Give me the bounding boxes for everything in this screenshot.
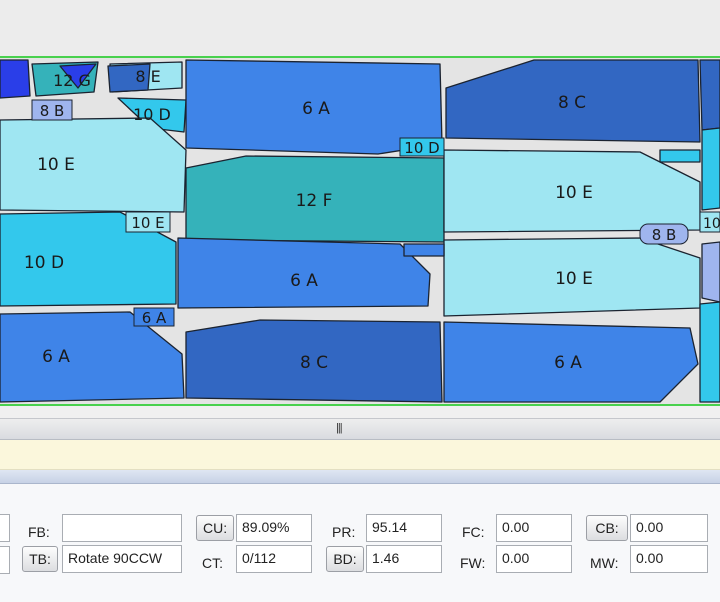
ct-label: CT: — [202, 555, 223, 571]
label-8e: 8 E — [135, 67, 160, 86]
tag-label-8b-right: 8 B — [652, 226, 677, 244]
left-edge-field-2[interactable] — [0, 546, 10, 574]
label-6a-right-bottom: 6 A — [554, 353, 582, 373]
cb-button[interactable]: CB: — [586, 515, 628, 541]
tb-field[interactable]: Rotate 90CCW — [62, 545, 182, 573]
label-10e-right-top: 10 E — [555, 183, 593, 203]
cu-field[interactable]: 89.09% — [236, 514, 312, 542]
info-bar — [0, 440, 720, 470]
label-12g: 12 G — [53, 71, 91, 90]
cu-button[interactable]: CU: — [196, 515, 234, 541]
piece-small-blue-mid[interactable] — [403, 243, 445, 257]
left-edge-field-1[interactable] — [0, 514, 10, 542]
piece-right-edge-mid[interactable] — [701, 127, 720, 211]
fc-field[interactable]: 0.00 — [496, 514, 572, 542]
piece-navy-left[interactable] — [0, 59, 31, 99]
label-10e-right-mid: 10 E — [555, 269, 593, 289]
fb-field[interactable] — [62, 514, 182, 542]
label-12f: 12 F — [296, 191, 333, 211]
marker-canvas[interactable]: 6 A 8 C 10 E 12 F 10 E 10 D 6 A 10 E 6 A… — [0, 56, 720, 406]
ct-field[interactable]: 0/112 — [236, 545, 312, 573]
piece-right-edge-bottom[interactable] — [699, 301, 720, 403]
label-6a-mid: 6 A — [290, 271, 318, 291]
fb-label: FB: — [28, 524, 50, 540]
mw-field[interactable]: 0.00 — [630, 545, 708, 573]
bd-button[interactable]: BD: — [326, 546, 364, 572]
piece-small-cyan-right[interactable] — [659, 149, 701, 163]
tag-label-8b-left: 8 B — [40, 102, 65, 120]
tag-label-10-edge: 10 — [703, 216, 720, 232]
piece-10e-left[interactable] — [0, 117, 187, 213]
label-10d-top: 10 D — [133, 105, 171, 124]
marker-layout: 6 A 8 C 10 E 12 F 10 E 10 D 6 A 10 E 6 A… — [0, 59, 720, 403]
mw-label: MW: — [590, 555, 619, 571]
panel-header — [0, 470, 720, 484]
label-6a-left-bottom: 6 A — [42, 347, 70, 367]
tag-label-10d-mid: 10 D — [404, 139, 439, 157]
tag-label-6a-left: 6 A — [142, 309, 167, 327]
pane-splitter[interactable]: ||| — [0, 418, 720, 440]
fw-field[interactable]: 0.00 — [496, 545, 572, 573]
bd-field[interactable]: 1.46 — [366, 545, 442, 573]
label-10d-left: 10 D — [24, 253, 64, 273]
tb-button[interactable]: TB: — [22, 546, 58, 572]
pr-field[interactable]: 95.14 — [366, 514, 442, 542]
fw-label: FW: — [460, 555, 486, 571]
splitter-grip-icon[interactable]: ||| — [336, 422, 343, 434]
label-6a-top: 6 A — [302, 99, 330, 119]
label-10e-left: 10 E — [37, 155, 75, 175]
piece-right-edge-top[interactable] — [699, 59, 720, 131]
label-8c-bottom: 8 C — [300, 353, 328, 373]
tag-label-10e-left: 10 E — [131, 214, 164, 232]
pr-label: PR: — [332, 524, 356, 540]
cb-field[interactable]: 0.00 — [630, 514, 708, 542]
fc-label: FC: — [462, 524, 485, 540]
parameters-panel: FB: TB: Rotate 90CCW CU: 89.09% CT: 0/11… — [0, 484, 720, 602]
label-8c-top: 8 C — [558, 93, 586, 113]
piece-right-edge-lower[interactable] — [701, 241, 720, 303]
top-toolbar-area — [0, 0, 720, 56]
